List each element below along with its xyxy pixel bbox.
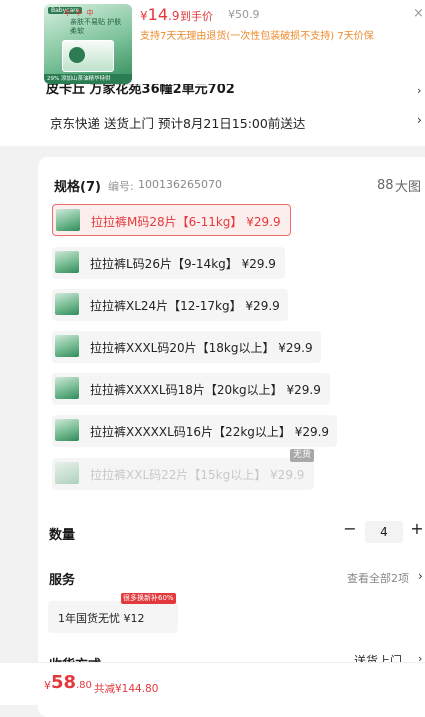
final-price: ¥14.9 — [140, 5, 179, 24]
product-header: Babycare 中 中 中 亲肤不易贴 护肤柔软 29% 添加山茶油精华特供 … — [0, 0, 425, 97]
option-label: 拉拉裤L码26片【9-14kg】 ¥29.9 — [90, 257, 276, 271]
shipping-info: 京东快递 送货上门 预计8月21日15:00前送达 — [50, 116, 306, 131]
option-thumbnail — [55, 335, 79, 357]
spec-option-xxxxxl16[interactable]: 拉拉裤XXXXXL码16片【22kg以上】 ¥29.9 — [52, 415, 337, 447]
option-thumbnail — [55, 251, 79, 273]
option-label: 拉拉裤XXXL码20片【18kg以上】 ¥29.9 — [90, 341, 313, 355]
option-thumbnail — [55, 462, 79, 484]
product-thumbnail[interactable]: Babycare 中 中 中 亲肤不易贴 护肤柔软 29% 添加山茶油精华特供 — [44, 4, 132, 84]
option-thumbnail — [55, 293, 79, 315]
view-all-services-link[interactable]: 查看全部2项 — [347, 570, 409, 586]
spec-title: 规格(7) — [54, 180, 101, 195]
spec-option-xxl22[interactable]: 拉拉裤XXL码22片【15kg以上】 ¥29.9 — [52, 458, 314, 490]
thumb-tagline: 亲肤不易贴 护肤柔软 — [70, 18, 122, 35]
out-of-stock-badge: 无货 — [290, 449, 315, 462]
close-icon[interactable]: × — [413, 6, 424, 21]
diaper-pack-image — [62, 40, 114, 72]
spec-card: 规格(7) 编号: 100136265070 88 大图 拉拉裤M码28片【6-… — [38, 157, 425, 717]
bottom-total-bar: ¥ 58 .80 共减¥144.80 — [0, 662, 425, 705]
quantity-input[interactable]: 4 — [365, 521, 403, 543]
chevron-right-icon: › — [418, 569, 423, 583]
thumb-bubbles: 中 中 中 — [64, 9, 95, 17]
price-symbol: ¥ — [140, 9, 148, 23]
option-label: 拉拉裤M码28片【6-11kg】 ¥29.9 — [91, 215, 281, 229]
service-promo-badge: 很多换新补60% — [121, 593, 176, 604]
return-policy-note: 支持7天无理由退货(一次性包装破损不支持) 7天价保 — [140, 31, 374, 42]
total-price-decimal: .80 — [76, 680, 92, 691]
option-thumbnail — [55, 419, 79, 441]
price-decimal: .9 — [168, 9, 180, 23]
spec-option-xxxl20[interactable]: 拉拉裤XXXL码20片【18kg以上】 ¥29.9 — [52, 331, 321, 363]
quantity-increase-button[interactable]: + — [409, 519, 425, 538]
option-thumbnail — [56, 209, 80, 231]
quantity-label: 数量 — [49, 528, 76, 543]
spec-option-m28[interactable]: 拉拉裤M码28片【6-11kg】 ¥29.9 — [52, 204, 291, 236]
discount-total: 共减¥144.80 — [94, 683, 159, 695]
big-image-toggle[interactable]: 大图 — [395, 176, 421, 195]
total-price-integer: 58 — [51, 672, 77, 693]
service-label: 服务 — [49, 573, 76, 588]
option-label: 拉拉裤XXL码22片【15kg以上】 ¥29.9 — [90, 468, 305, 482]
shipping-row[interactable]: 京东快递 送货上门 预计8月21日15:00前送达 › — [0, 96, 425, 146]
thumb-bottom-banner: 29% 添加山茶油精华特供 — [44, 74, 132, 84]
spec-code-label: 编号: — [108, 180, 134, 193]
price-integer: 14 — [147, 5, 168, 24]
option-label: 拉拉裤XXXXXL码16片【22kg以上】 ¥29.9 — [90, 425, 330, 439]
original-price: ¥50.9 — [228, 8, 260, 21]
spec-option-xl24[interactable]: 拉拉裤XL24片【12-17kg】 ¥29.9 — [52, 289, 288, 321]
spec-option-l26[interactable]: 拉拉裤L码26片【9-14kg】 ¥29.9 — [52, 247, 285, 279]
grid-icon[interactable]: 88 — [377, 178, 394, 193]
chevron-right-icon: › — [417, 113, 422, 127]
option-label: 拉拉裤XL24片【12-17kg】 ¥29.9 — [90, 299, 280, 313]
quantity-decrease-button[interactable]: − — [343, 519, 357, 538]
service-option-label: 1年国货无忧 ¥12 — [58, 612, 145, 625]
option-thumbnail — [55, 377, 79, 399]
option-label: 拉拉裤XXXXL码18片【20kg以上】 ¥29.9 — [90, 383, 321, 397]
total-currency: ¥ — [44, 679, 51, 692]
spec-code: 100136265070 — [138, 178, 222, 191]
spec-option-xxxxl18[interactable]: 拉拉裤XXXXL码18片【20kg以上】 ¥29.9 — [52, 373, 330, 405]
price-label: 到手价 — [180, 10, 213, 23]
